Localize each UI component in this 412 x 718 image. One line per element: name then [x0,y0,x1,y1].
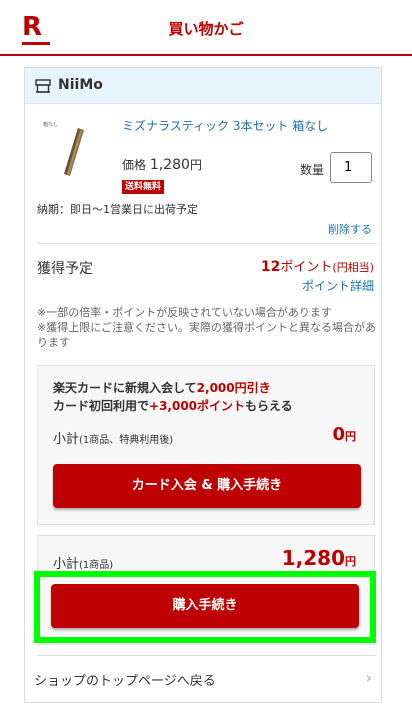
promo-line2-highlight: +3,000ポイント [149,399,246,413]
points-detail-link[interactable]: ポイント詳細 [302,277,374,294]
subtotal-label: 小計(1商品) [53,553,113,572]
points-number: 12 [260,259,281,275]
product-image[interactable] [40,124,100,178]
quantity-label: 数量 [300,163,325,177]
price-unit: 円 [189,158,202,172]
free-shipping-badge: 送料無料 [122,180,165,194]
points-note-line: ※獲得上限にご注意ください。実際の獲得ポイントと異なる場合があります [37,321,376,349]
shop-name[interactable]: NiiMo [58,77,103,93]
subtotal-number: 1,280 [281,546,345,570]
points-note-line: ※一部の倍率・ポイントが反映されていない場合があります [37,306,332,319]
price-value: 1,280 [149,157,190,173]
card-subtotal-title: 小計 [53,432,80,447]
purchase-button[interactable]: 購入手続き [51,584,359,628]
back-to-shop-link[interactable]: ショップのトップページへ戻る [34,670,216,689]
promo-line1-highlight: 2,000円引き [196,381,271,395]
divider [37,243,377,244]
subtotal-title: 小計 [53,557,80,572]
quantity-input[interactable]: 1 [330,152,372,183]
shop-icon [35,79,51,93]
card-subtotal-label: 小計(1商品、特典利用後) [53,428,173,447]
card-subtotal-value: 0円 [332,424,356,445]
points-notes: ※一部の倍率・ポイントが反映されていない場合があります ※獲得上限にご注意くださ… [37,305,377,350]
points-unit: ポイント [280,260,333,275]
card-promo-text: 楽天カードに新規入会して2,000円引き カード初回利用で+3,000ポイントも… [53,379,293,415]
points-note: (円相当) [332,261,374,274]
card-promo-box: 楽天カードに新規入会して2,000円引き カード初回利用で+3,000ポイントも… [37,365,375,525]
card-subtotal-number: 0 [332,424,345,445]
delete-link[interactable]: 削除する [328,221,372,237]
delivery-info: 納期：即日〜1営業日に出荷予定 [37,203,198,216]
promo-line2-suffix: もらえる [245,399,293,413]
logo-underline [22,42,50,45]
card-subtotal-unit: 円 [345,430,356,443]
shop-header: NiiMo [25,68,381,104]
points-label: 獲得予定 [37,261,93,277]
header: R 買い物かご [0,0,412,56]
points-value: 12ポイント(円相当) [261,256,374,275]
subtotal-unit: 円 [345,555,356,568]
card-subtotal-note: (1商品、特典利用後) [79,435,174,446]
product-name-link[interactable]: ミズナラスティック 3本セット 箱なし [122,117,328,134]
price-row: 価格 1,280円 [122,156,202,173]
subtotal-note: (1商品) [79,560,114,571]
promo-line1-prefix: 楽天カードに新規入会して [53,381,197,395]
subtotal-value: 1,280円 [282,546,356,570]
promo-line2-prefix: カード初回利用で [53,399,150,413]
page-title: 買い物かご [168,20,244,38]
chevron-right-icon[interactable]: › [366,668,372,687]
card-signup-purchase-button[interactable]: カード入会 & 購入手続き [53,464,361,508]
price-label: 価格 [122,158,147,172]
divider [37,655,377,656]
